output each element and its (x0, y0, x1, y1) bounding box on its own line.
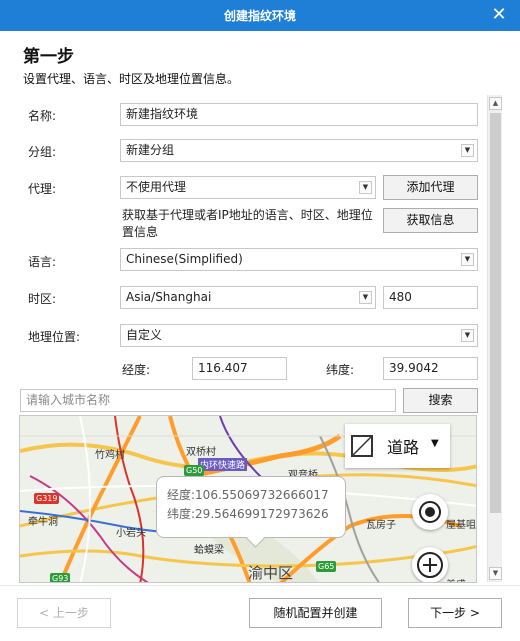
chevron-down-icon: ▼ (359, 291, 372, 304)
name-input[interactable]: 新建指纹环境 (120, 103, 478, 126)
geo-select-value: 自定义 (126, 328, 163, 342)
map-label: 美盛 (446, 576, 466, 582)
language-select[interactable]: Chinese(Simplified) ▼ (120, 248, 478, 271)
fetch-info-hint: 获取基于代理或者IP地址的语言、时区、地理位置信息 (122, 208, 373, 239)
name-label: 名称: (28, 109, 57, 123)
latitude-label: 纬度: (326, 363, 355, 377)
map-label: 屋基咀 (446, 520, 476, 531)
city-search-placeholder: 请输入城市名称 (26, 393, 111, 407)
next-step-button[interactable]: 下一步 > (408, 598, 502, 628)
proxy-label: 代理: (28, 182, 57, 196)
locate-button[interactable] (412, 494, 448, 530)
longitude-label: 经度: (122, 363, 151, 377)
step-title: 第一步 (23, 47, 74, 67)
map-label: 内环快速路 (198, 458, 248, 471)
tooltip-longitude: 经度:106.55069732666017 (167, 488, 329, 502)
coordinate-tooltip: 经度:106.55069732666017 纬度:29.564699172973… (156, 476, 346, 538)
map-label: 牵牛洞 (28, 517, 58, 528)
highway-shield: G65 (316, 561, 337, 572)
zoom-in-button[interactable] (412, 547, 448, 582)
latitude-input[interactable]: 39.9042 (383, 357, 478, 380)
timezone-offset-input[interactable]: 480 (383, 286, 478, 309)
map-layers-icon (351, 435, 373, 457)
caret-down-icon: ▼ (431, 438, 439, 449)
fetch-info-button[interactable]: 获取信息 (383, 208, 478, 233)
city-search-input[interactable]: 请输入城市名称 (20, 389, 396, 412)
highway-shield: G50 (184, 465, 205, 476)
plus-icon (417, 552, 443, 578)
window-title: 创建指纹环境 (223, 9, 296, 23)
close-icon[interactable]: ✕ (490, 6, 508, 24)
prev-step-button[interactable]: < 上一步 (17, 598, 111, 628)
proxy-select-value: 不使用代理 (126, 180, 187, 194)
search-button[interactable]: 搜索 (403, 388, 478, 413)
longitude-input[interactable]: 116.407 (192, 357, 287, 380)
step-description: 设置代理、语言、时区及地理位置信息。 (23, 72, 240, 86)
form-scrollbar[interactable]: ▲ ▼ (487, 95, 502, 582)
map-view[interactable]: 竹鸡村 双桥村 观音桥 内环快速路 牵牛洞 小岩头 蛤蟆梁 渝中区 瓦房子 屋基… (19, 415, 477, 583)
group-select[interactable]: 新建分组 ▼ (120, 139, 478, 162)
map-label: 渝中区 (248, 564, 294, 582)
chevron-down-icon: ▼ (461, 329, 474, 342)
tooltip-latitude: 纬度:29.564699172973626 (167, 507, 329, 521)
timezone-select[interactable]: Asia/Shanghai ▼ (120, 286, 376, 309)
map-label: 双桥村 (186, 447, 216, 458)
scroll-up-icon[interactable]: ▲ (489, 97, 502, 110)
timezone-label: 时区: (28, 292, 57, 306)
language-select-value: Chinese(Simplified) (126, 252, 243, 266)
group-select-value: 新建分组 (126, 143, 175, 157)
proxy-select[interactable]: 不使用代理 ▼ (120, 176, 376, 199)
map-label: 小岩头 (116, 528, 146, 539)
language-label: 语言: (28, 255, 57, 269)
settings-form: 名称: 新建指纹环境 分组: 新建分组 ▼ 代理: 不使用代理 ▼ 添加代理 获… (14, 93, 504, 583)
map-layer-label: 道路 (387, 438, 420, 457)
footer-bar: < 上一步 随机配置并创建 下一步 > (0, 585, 520, 641)
timezone-select-value: Asia/Shanghai (126, 290, 212, 304)
scrollbar-thumb[interactable] (490, 113, 501, 513)
title-bar: 创建指纹环境 ✕ (0, 0, 520, 31)
scroll-down-icon[interactable]: ▼ (489, 567, 502, 580)
highway-shield: G93 (50, 573, 71, 583)
chevron-down-icon: ▼ (461, 253, 474, 266)
add-proxy-button[interactable]: 添加代理 (383, 175, 478, 200)
map-layer-control[interactable]: 道路 ▼ (345, 424, 450, 468)
chevron-down-icon: ▼ (359, 181, 372, 194)
map-label: 竹鸡村 (95, 450, 125, 461)
random-create-button[interactable]: 随机配置并创建 (249, 598, 382, 628)
map-label: 蛤蟆梁 (194, 545, 224, 556)
geo-select[interactable]: 自定义 ▼ (120, 324, 478, 347)
chevron-down-icon: ▼ (461, 144, 474, 157)
geo-label: 地理位置: (28, 330, 81, 344)
highway-shield: G319 (34, 493, 60, 504)
map-label: 瓦房子 (366, 520, 396, 531)
group-label: 分组: (28, 145, 57, 159)
target-icon (419, 501, 441, 523)
